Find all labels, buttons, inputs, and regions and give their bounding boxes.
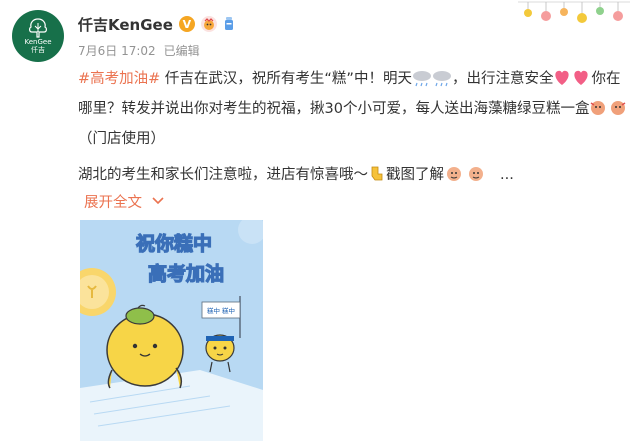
avatar[interactable]: KenGee 仟吉: [12, 10, 64, 62]
expand-label[interactable]: 展开全文: [84, 191, 142, 212]
username-row: 仟吉KenGee V: [78, 14, 235, 34]
poster-title-2: 高考加油: [148, 262, 224, 285]
content-text-5: 湖北的考生和家长们注意啦，进店有惊喜哦～: [78, 167, 368, 183]
expand-full-text[interactable]: 展开全文: [84, 190, 164, 212]
post-image[interactable]: 祝你糕中 高考加油 糕中 糕中: [80, 220, 263, 441]
post-meta: 7月6日 17:02 已编辑: [78, 42, 200, 59]
edited-label[interactable]: 已编辑: [164, 42, 200, 59]
cheer-emoji-icon: [589, 99, 629, 126]
content-text-1: 仟吉在武汉，祝所有考生“糕”中！明天: [160, 71, 412, 87]
content-text-6[interactable]: 戳图了解: [386, 167, 444, 183]
point-finger-icon: [368, 165, 386, 192]
poster-illustration: 祝你糕中 高考加油 糕中 糕中: [80, 220, 263, 441]
chevron-down-icon[interactable]: [152, 197, 164, 205]
tree-logo-icon: [29, 18, 47, 38]
poster-flag: 糕中 糕中: [207, 306, 235, 315]
post-content: #高考加油# 仟吉在武汉，祝所有考生“糕”中！明天 ，出行注意安全 你在哪里？转发并…: [78, 66, 630, 152]
heart-icon: [553, 69, 591, 96]
rain-cloud-icon: [412, 69, 452, 96]
cheer-emoji-icon: [444, 165, 488, 192]
verified-v-icon[interactable]: V: [178, 16, 195, 32]
content-text-2: ，出行注意安全: [451, 71, 554, 87]
username[interactable]: 仟吉KenGee: [78, 14, 173, 35]
post-content-2: 湖北的考生和家长们注意啦，进店有惊喜哦～ 戳图了解...: [78, 162, 630, 192]
content-text-4: （门店使用）: [78, 131, 165, 147]
avatar-brand: KenGee: [24, 38, 52, 46]
ellipsis: ...: [500, 167, 514, 183]
member-badge-icon[interactable]: [200, 16, 217, 32]
decoration-icon: [518, 1, 630, 23]
post-date[interactable]: 7月6日 17:02: [78, 42, 156, 59]
topic-link[interactable]: #高考加油#: [78, 71, 160, 87]
avatar-brand-cn: 仟吉: [31, 46, 45, 54]
cup-badge-icon[interactable]: [223, 16, 235, 32]
poster-title-1: 祝你糕中: [136, 232, 212, 255]
